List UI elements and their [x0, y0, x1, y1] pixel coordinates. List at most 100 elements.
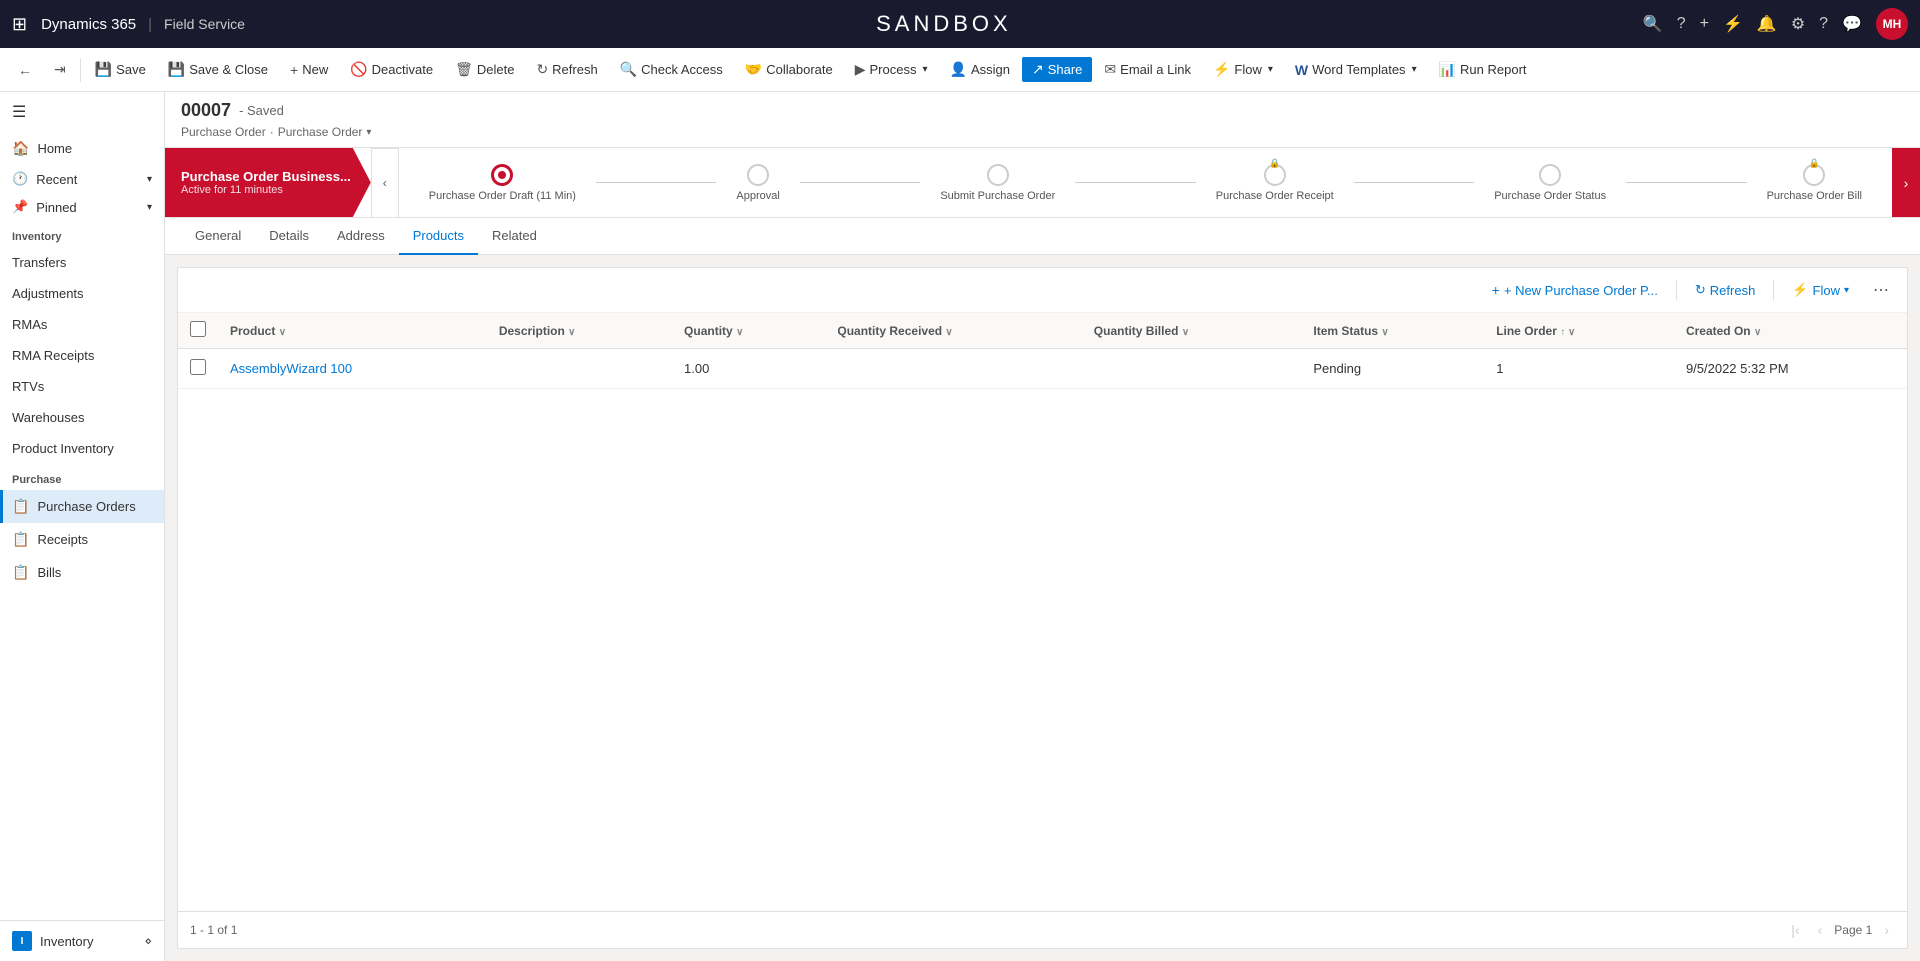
share-button[interactable]: ↗ Share [1022, 57, 1092, 82]
word-templates-icon: W [1295, 62, 1308, 78]
sidebar-item-transfers[interactable]: Transfers [0, 247, 164, 278]
select-all-checkbox[interactable] [190, 321, 206, 337]
col-quantity[interactable]: Quantity ∨ [672, 313, 825, 349]
chat-icon[interactable]: 💬 [1842, 14, 1862, 34]
search-icon[interactable]: 🔍 [1643, 14, 1663, 34]
assign-button[interactable]: 👤 Assign [940, 57, 1020, 82]
first-page-button[interactable]: |‹ [1785, 920, 1805, 940]
top-navigation: ⊞ Dynamics 365 | Field Service SANDBOX 🔍… [0, 0, 1920, 48]
refresh-button[interactable]: ↻ Refresh [526, 57, 607, 82]
flow-button[interactable]: ⚡ Flow ▾ [1203, 57, 1283, 82]
process-flow-next-button[interactable]: › [1892, 148, 1920, 218]
check-access-button[interactable]: 🔍 Check Access [610, 57, 733, 82]
apps-grid-icon[interactable]: ⊞ [12, 14, 27, 35]
chevron-left-icon: ‹ [383, 176, 387, 190]
process-button[interactable]: ▶ Process ▾ [845, 57, 938, 82]
next-page-button[interactable]: › [1878, 920, 1895, 940]
sidebar-bottom-inventory[interactable]: I Inventory ⋄ [0, 920, 164, 961]
stage-submit[interactable]: Submit Purchase Order [920, 164, 1075, 202]
deactivate-button[interactable]: 🚫 Deactivate [340, 57, 443, 82]
main-layout: ☰ 🏠 Home 🕐 Recent ▾ 📌 Pinned ▾ Inventory… [0, 92, 1920, 961]
delete-button[interactable]: 🗑 Delete [445, 57, 524, 82]
hamburger-button[interactable]: ☰ [0, 92, 164, 132]
products-more-button[interactable]: ⋯ [1867, 276, 1895, 304]
sidebar-item-warehouses[interactable]: Warehouses [0, 402, 164, 433]
products-flow-icon: ⚡ [1792, 282, 1808, 298]
notifications-icon[interactable]: 🔔 [1757, 14, 1777, 34]
sidebar-item-receipts[interactable]: 📋 Receipts [0, 523, 164, 556]
tab-products[interactable]: Products [399, 218, 478, 255]
breadcrumb-separator: · [270, 125, 274, 139]
sidebar-bottom-chevron-icon: ⋄ [144, 934, 152, 948]
add-icon[interactable]: + [1700, 15, 1709, 33]
col-product[interactable]: Product ∨ [218, 313, 487, 349]
row-checkbox[interactable] [190, 359, 206, 375]
stage-bill[interactable]: 🔒 Purchase Order Bill [1747, 164, 1882, 202]
new-button[interactable]: + New [280, 58, 338, 82]
sidebar-item-bills[interactable]: 📋 Bills [0, 556, 164, 589]
process-dropdown-icon: ▾ [922, 64, 927, 75]
breadcrumb-item-1[interactable]: Purchase Order [181, 125, 266, 139]
breadcrumb-dropdown-icon[interactable]: ▾ [366, 127, 371, 138]
sidebar-item-product-inventory[interactable]: Product Inventory [0, 433, 164, 464]
col-qty-received[interactable]: Quantity Received ∨ [825, 313, 1081, 349]
col-description[interactable]: Description ∨ [487, 313, 672, 349]
app-name[interactable]: Field Service [164, 16, 245, 32]
stage-receipt[interactable]: 🔒 Purchase Order Receipt [1196, 164, 1354, 202]
stage-status-label: Purchase Order Status [1494, 190, 1606, 202]
stage-receipt-label: Purchase Order Receipt [1216, 190, 1334, 202]
sidebar-item-pinned[interactable]: 📌 Pinned ▾ [0, 193, 164, 221]
forward-button[interactable]: ⇥ [44, 57, 76, 82]
tab-address[interactable]: Address [323, 218, 399, 255]
active-stage[interactable]: Purchase Order Business... Active for 11… [165, 148, 371, 217]
process-flow-prev-button[interactable]: ‹ [371, 148, 399, 218]
back-button[interactable]: ← [8, 58, 42, 82]
stage-submit-circle [987, 164, 1009, 186]
stage-status[interactable]: Purchase Order Status [1474, 164, 1626, 202]
settings-icon[interactable]: ⚙ [1791, 14, 1805, 34]
products-flow-button[interactable]: ⚡ Flow ▾ [1782, 277, 1859, 303]
pagination-info: 1 - 1 of 1 [190, 923, 237, 937]
stage-approval[interactable]: Approval [716, 164, 799, 202]
sidebar-item-rma-receipts[interactable]: RMA Receipts [0, 340, 164, 371]
col-item-status[interactable]: Item Status ∨ [1301, 313, 1484, 349]
help-icon[interactable]: ? [1677, 15, 1686, 33]
tab-general[interactable]: General [181, 218, 255, 255]
collaborate-button[interactable]: 🤝 Collaborate [735, 57, 843, 82]
user-avatar[interactable]: MH [1876, 8, 1908, 40]
dynamics-brand[interactable]: Dynamics 365 [41, 16, 136, 33]
product-link[interactable]: AssemblyWizard 100 [230, 361, 352, 376]
col-qty-billed[interactable]: Quantity Billed ∨ [1082, 313, 1302, 349]
tab-related[interactable]: Related [478, 218, 551, 255]
sidebar-item-adjustments[interactable]: Adjustments [0, 278, 164, 309]
stage-draft[interactable]: Purchase Order Draft (11 Min) [409, 164, 596, 202]
rtvs-label: RTVs [12, 379, 44, 394]
save-button[interactable]: 💾 Save [85, 57, 156, 82]
col-created-on[interactable]: Created On ∨ [1674, 313, 1907, 349]
sidebar-item-rmas[interactable]: RMAs [0, 309, 164, 340]
sidebar-item-recent[interactable]: 🕐 Recent ▾ [0, 165, 164, 193]
record-header: 00007 - Saved Purchase Order · Purchase … [165, 92, 1920, 148]
col-line-order[interactable]: Line Order ↑ ∨ [1484, 313, 1674, 349]
email-link-button[interactable]: ✉ Email a Link [1094, 57, 1201, 82]
word-templates-button[interactable]: W Word Templates ▾ [1285, 58, 1427, 82]
filter-icon[interactable]: ⚡ [1723, 14, 1743, 34]
record-id: 00007 [181, 100, 231, 121]
products-refresh-button[interactable]: ↻ Refresh [1685, 277, 1765, 303]
bills-icon: 📋 [12, 564, 29, 581]
save-close-button[interactable]: 💾 Save & Close [158, 57, 278, 82]
sidebar-item-home[interactable]: 🏠 Home [0, 132, 164, 165]
run-report-button[interactable]: 📊 Run Report [1429, 57, 1537, 82]
table-row: AssemblyWizard 100 1.00 [178, 349, 1907, 389]
tab-details[interactable]: Details [255, 218, 323, 255]
share-icon: ↗ [1032, 61, 1044, 78]
breadcrumb-item-2[interactable]: Purchase Order [278, 125, 363, 139]
bills-label: Bills [37, 565, 61, 580]
question-icon[interactable]: ? [1819, 15, 1828, 33]
new-purchase-order-product-button[interactable]: + + New Purchase Order P... [1482, 277, 1668, 303]
sidebar-item-rtvs[interactable]: RTVs [0, 371, 164, 402]
process-flow-stages: Purchase Order Draft (11 Min) Approval S… [399, 148, 1892, 217]
page-label: Page 1 [1834, 923, 1872, 937]
sidebar-item-purchase-orders[interactable]: 📋 Purchase Orders [0, 490, 164, 523]
prev-page-button[interactable]: ‹ [1812, 920, 1829, 940]
